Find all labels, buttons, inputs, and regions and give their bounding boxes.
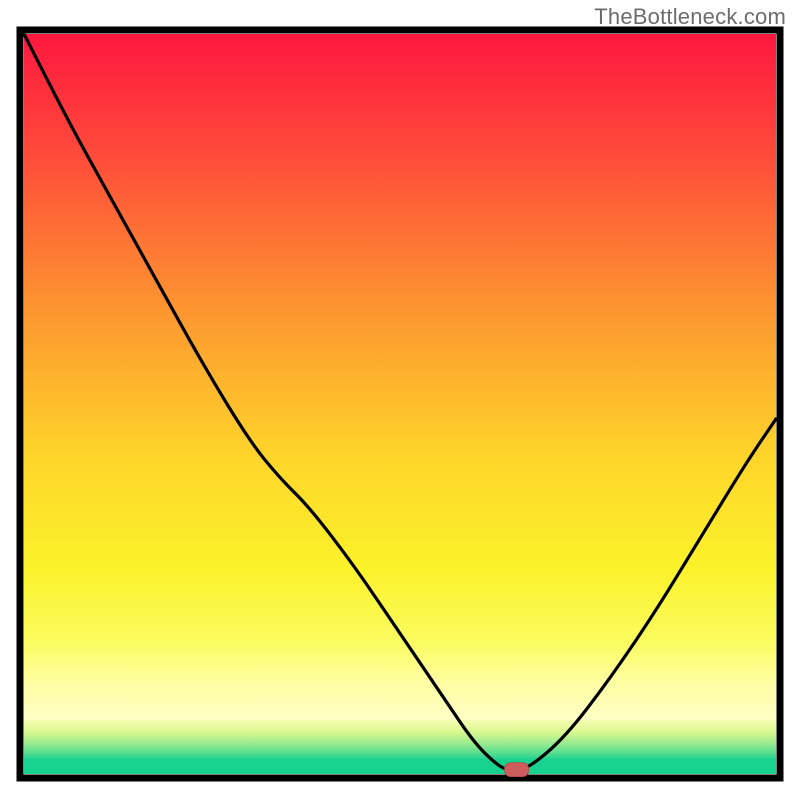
watermark-text: TheBottleneck.com [594,4,786,30]
optimal-point-marker [505,763,529,777]
gradient-band-green-bottom [24,760,776,774]
gradient-band-pale [24,642,776,720]
bottleneck-chart [0,0,800,800]
gradient-band-green [24,720,776,760]
gradient-band-hot [24,34,776,642]
chart-container: TheBottleneck.com [0,0,800,800]
